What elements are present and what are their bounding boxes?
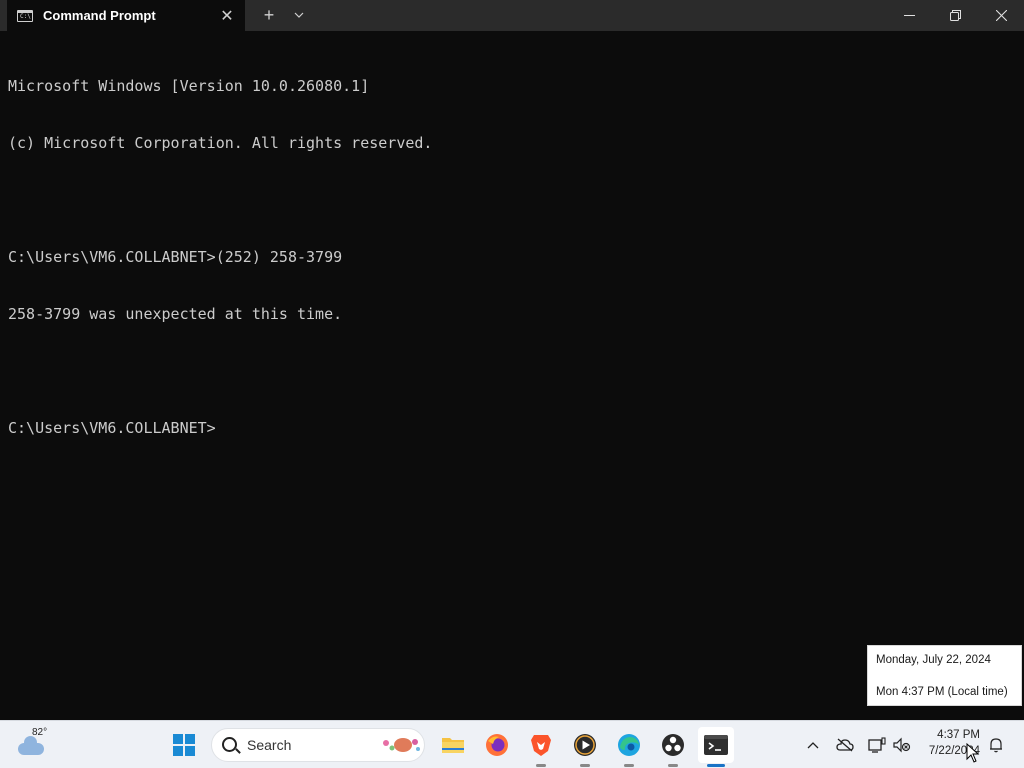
chevron-up-icon	[807, 742, 819, 749]
title-bar: C:\ Command Prompt ✕ +	[0, 0, 1024, 31]
search-label: Search	[247, 737, 292, 753]
active-indicator	[707, 764, 725, 767]
running-indicator	[668, 764, 678, 767]
tab-title: Command Prompt	[43, 8, 156, 23]
tab-command-prompt[interactable]: C:\ Command Prompt ✕	[7, 0, 245, 31]
show-hidden-icons-button[interactable]	[801, 733, 825, 757]
tab-dropdown-button[interactable]	[288, 4, 310, 26]
taskbar-obs[interactable]	[655, 727, 691, 767]
console-line: C:\Users\VM6.COLLABNET>(252) 258-3799	[8, 248, 343, 266]
windows-logo-icon	[173, 734, 183, 744]
close-tab-icon[interactable]: ✕	[213, 6, 241, 26]
tray-network[interactable]	[865, 733, 889, 757]
terminal-icon	[704, 735, 728, 755]
console-line: (c) Microsoft Corporation. All rights re…	[8, 134, 433, 152]
mouse-cursor-icon	[966, 743, 980, 763]
minimize-button[interactable]	[886, 0, 932, 31]
console-line: Microsoft Windows [Version 10.0.26080.1]	[8, 77, 370, 95]
taskbar: 82° Search 4:37 PM 7/22/2024	[0, 720, 1024, 768]
taskbar-media-player[interactable]	[567, 727, 603, 767]
console-line: 258-3799 was unexpected at this time.	[8, 305, 343, 323]
running-indicator	[580, 764, 590, 767]
edge-icon	[618, 734, 640, 756]
console-output[interactable]: Microsoft Windows [Version 10.0.26080.1]…	[8, 39, 1008, 457]
cloud-icon	[18, 736, 44, 755]
taskbar-firefox[interactable]	[479, 727, 515, 763]
tooltip-date: Monday, July 22, 2024	[876, 654, 991, 666]
taskbar-brave[interactable]	[523, 727, 559, 767]
speaker-muted-icon	[893, 737, 911, 753]
search-highlight-art-icon	[383, 738, 420, 752]
play-icon	[574, 734, 596, 756]
restore-button[interactable]	[932, 0, 978, 31]
cloud-offline-icon	[836, 738, 854, 752]
folder-icon	[442, 738, 464, 753]
clock-tooltip: Monday, July 22, 2024 Mon 4:37 PM (Local…	[867, 645, 1022, 706]
clock-time: 4:37 PM	[937, 729, 980, 741]
command-prompt-icon: C:\	[17, 9, 33, 22]
tray-volume[interactable]	[890, 733, 914, 757]
taskbar-file-explorer[interactable]	[435, 727, 471, 763]
bell-icon	[990, 738, 1002, 753]
firefox-icon	[486, 734, 508, 756]
close-window-button[interactable]	[978, 0, 1024, 31]
notifications-button[interactable]	[984, 733, 1008, 757]
network-icon	[868, 737, 886, 753]
tooltip-time: Mon 4:37 PM (Local time)	[876, 686, 1008, 698]
taskbar-search[interactable]: Search	[211, 728, 425, 762]
console-prompt-line[interactable]: C:\Users\VM6.COLLABNET>	[8, 419, 1008, 438]
start-button[interactable]	[173, 734, 195, 756]
search-icon	[222, 737, 237, 752]
brave-lion-icon	[531, 735, 551, 756]
close-icon	[995, 10, 1007, 21]
minimize-icon	[903, 15, 915, 16]
running-indicator	[536, 764, 546, 767]
tray-onedrive[interactable]	[833, 733, 857, 757]
restore-icon	[949, 10, 961, 21]
weather-widget[interactable]: 82°	[16, 727, 56, 763]
taskbar-terminal[interactable]	[698, 727, 734, 767]
obs-icon	[662, 734, 684, 756]
new-tab-button[interactable]: +	[258, 4, 280, 26]
taskbar-edge[interactable]	[611, 727, 647, 767]
chevron-down-icon	[294, 12, 304, 18]
running-indicator	[624, 764, 634, 767]
